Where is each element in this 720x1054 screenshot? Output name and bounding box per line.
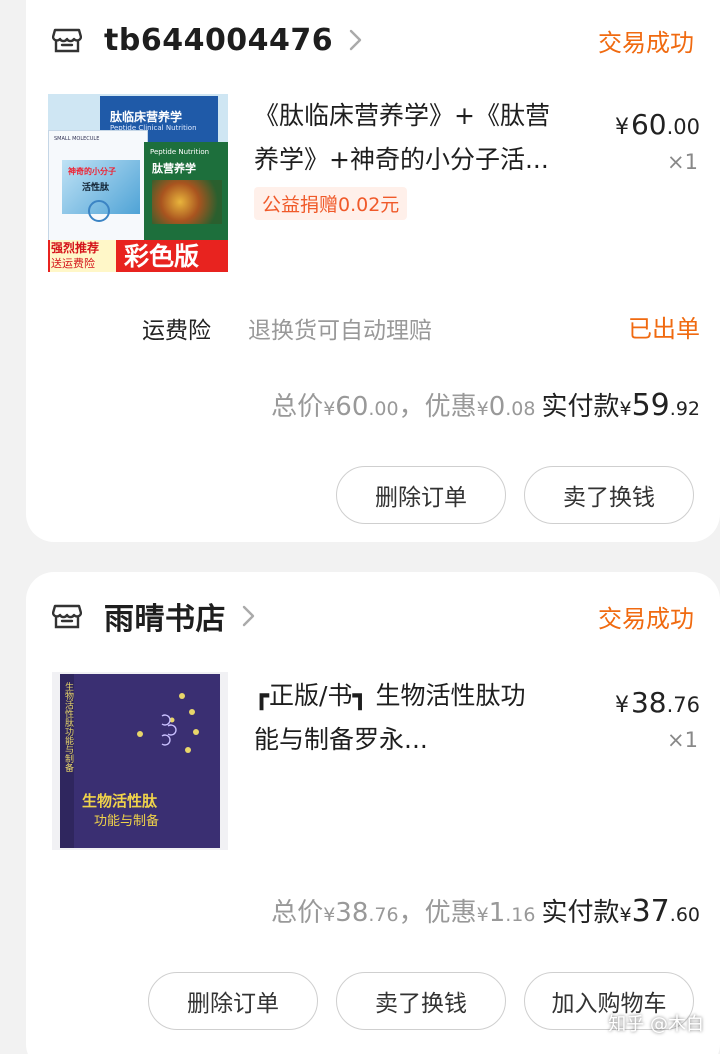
product-title[interactable]: 《肽临床营养学》+《肽营 养学》+神奇的小分子活... bbox=[254, 94, 584, 182]
shipping-insurance-label: 运费险 bbox=[142, 318, 211, 344]
delete-order-button[interactable]: 删除订单 bbox=[336, 466, 506, 524]
product-quantity: ×1 bbox=[667, 728, 698, 752]
shipping-insurance-status: 已出单 bbox=[628, 315, 700, 343]
product-title[interactable]: ┏正版/书┓ 生物活性肽功 能与制备罗永... bbox=[254, 674, 584, 762]
shop-name[interactable]: 雨晴书店 bbox=[104, 594, 226, 638]
order-status: 交易成功 bbox=[598, 604, 694, 633]
shipping-insurance-desc: 退换货可自动理赔 bbox=[248, 318, 432, 344]
chevron-right-icon bbox=[349, 29, 362, 51]
order-status: 交易成功 bbox=[598, 28, 694, 57]
store-icon bbox=[52, 604, 82, 629]
order-totals: 总价 ¥60.00，优惠 ¥0.08 实付款 ¥59.92 bbox=[271, 388, 700, 423]
product-thumbnail[interactable]: 肽临床营养学 Peptide Clinical Nutrition SMALL … bbox=[48, 94, 228, 272]
store-icon bbox=[52, 28, 82, 53]
shop-header[interactable]: 雨晴书店 交易成功 bbox=[52, 594, 694, 638]
resell-button[interactable]: 卖了换钱 bbox=[336, 972, 506, 1030]
delete-order-button[interactable]: 删除订单 bbox=[148, 972, 318, 1030]
product-thumbnail[interactable]: 生物活性肽功能与制备 生物活性肽 功能与制备 bbox=[52, 672, 228, 850]
chevron-right-icon bbox=[242, 605, 255, 627]
shop-name[interactable]: tb644004476 bbox=[104, 23, 333, 58]
order-card: 雨晴书店 交易成功 生物活性肽功能与制备 生物活性肽 功能与制备 ┏正版/书┓ … bbox=[26, 572, 720, 1054]
molecule-graphic bbox=[137, 693, 199, 753]
product-price: ¥38.76 bbox=[614, 686, 700, 719]
order-totals: 总价 ¥38.76，优惠 ¥1.16 实付款 ¥37.60 bbox=[271, 894, 700, 929]
product-price: ¥60.00 bbox=[614, 108, 700, 141]
shop-header[interactable]: tb644004476 交易成功 bbox=[52, 18, 694, 62]
product-quantity: ×1 bbox=[667, 150, 698, 174]
resell-button[interactable]: 卖了换钱 bbox=[524, 466, 694, 524]
watermark: 知乎 @木白 bbox=[608, 1014, 704, 1035]
order-card: tb644004476 交易成功 肽临床营养学 Peptide Clinical… bbox=[26, 0, 720, 542]
charity-badge: 公益捐赠0.02元 bbox=[254, 187, 408, 220]
